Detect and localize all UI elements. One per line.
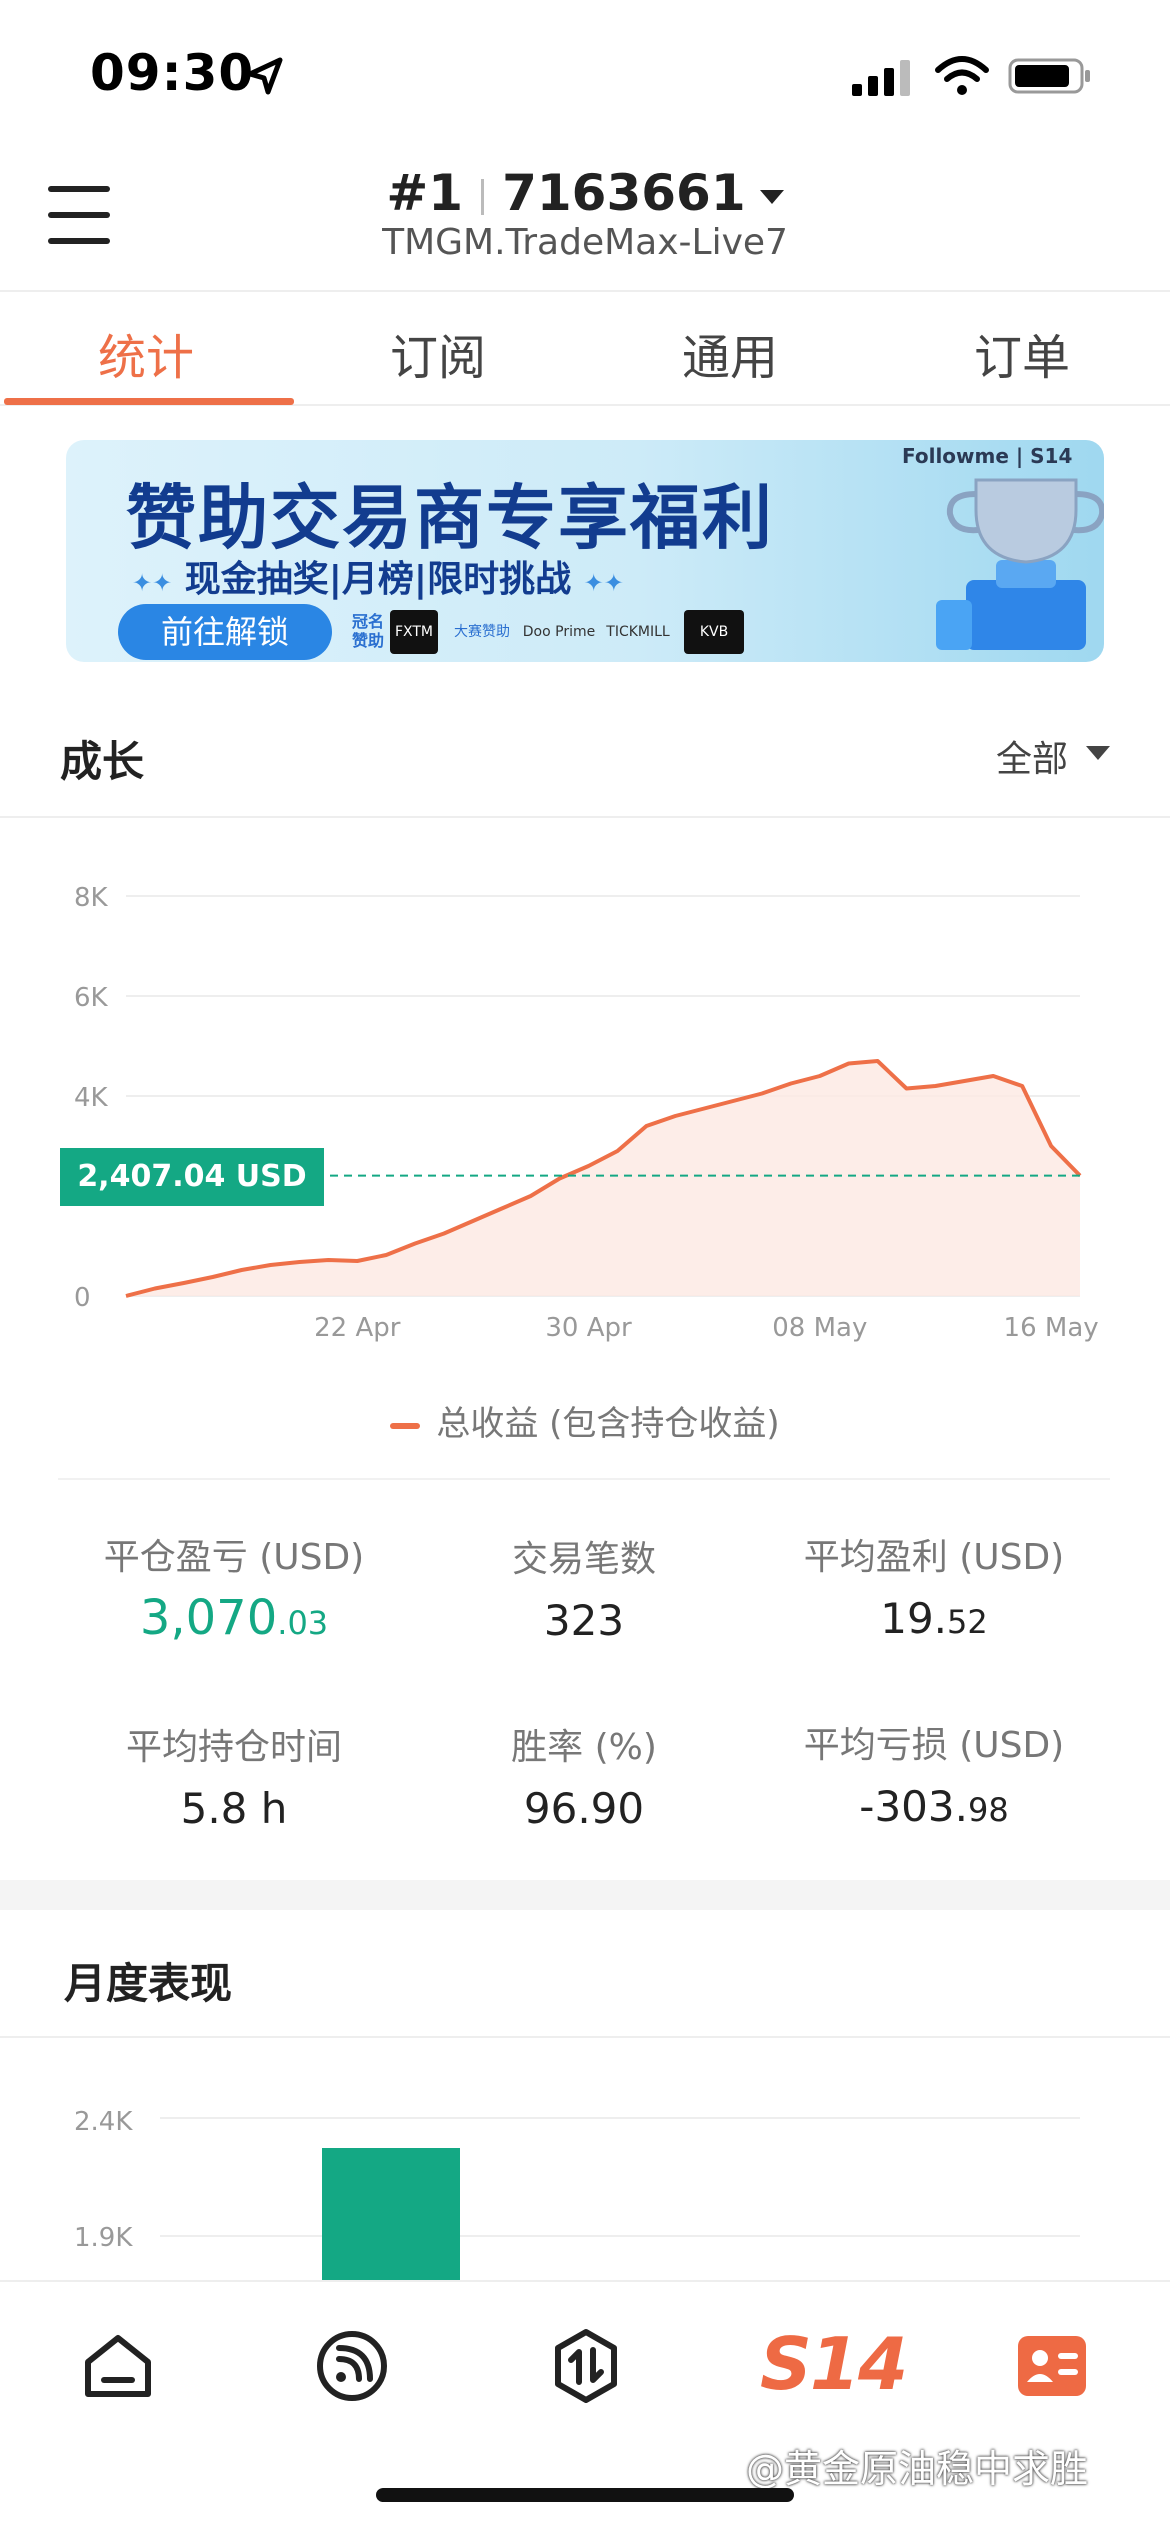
- stat-label-avg-hold-time: 平均持仓时间: [125, 1727, 342, 1768]
- growth-title: 成长: [60, 737, 145, 786]
- stat-value-win-rate: 96.90: [523, 1784, 645, 1833]
- y-tick-label: 4K: [74, 1083, 109, 1113]
- monthly-y-tick: 1.9K: [74, 2223, 133, 2253]
- growth-filter-dropdown[interactable]: 全部: [996, 730, 1068, 782]
- tab-statistics[interactable]: 统计: [0, 318, 292, 388]
- banner-subtitle: ✦✦ 现金抽奖|月榜|限时挑战 ✦✦: [132, 559, 624, 600]
- x-tick-label: 30 Apr: [545, 1313, 632, 1343]
- y-tick-label: 8K: [74, 883, 109, 913]
- trophy-icon: [936, 478, 1104, 650]
- promo-banner[interactable]: Followme | S14 赞助交易商专享福利 ✦✦ 现金抽奖|月榜|限时挑战…: [66, 440, 1104, 662]
- section-divider: [0, 1880, 1170, 1910]
- account-id: 7163661: [502, 164, 746, 222]
- tab-general[interactable]: 通用: [584, 318, 876, 388]
- legend-swatch: [390, 1422, 421, 1429]
- stat-value-avg-loss: -303.98: [859, 1782, 1009, 1831]
- stat-label-win-rate: 胜率 (%): [511, 1727, 657, 1768]
- current-value-badge: 2,407.04 USD: [60, 1148, 324, 1206]
- x-tick-label: 08 May: [772, 1313, 867, 1343]
- home-indicator: [376, 2488, 794, 2502]
- cellular-signal-icon: [852, 60, 910, 96]
- status-time: 09:30: [90, 44, 255, 102]
- monthly-y-tick: 2.4K: [74, 2107, 133, 2137]
- divider: [0, 2036, 1170, 2038]
- profile-card-icon[interactable]: [1012, 2326, 1092, 2406]
- sponsor-logo: FXTM: [390, 610, 438, 654]
- divider: [0, 816, 1170, 818]
- banner-title: 赞助交易商专享福利: [126, 477, 774, 559]
- growth-chart: 0 4K 6K 8K 22 Apr 30 Apr 08 May 16 May: [74, 883, 1099, 1343]
- chart-legend[interactable]: 总收益 (包含持仓收益): [0, 1396, 1170, 1445]
- sponsor-label: 大赛赞助: [454, 624, 510, 640]
- stat-label-closed-pnl: 平仓盈亏 (USD): [103, 1537, 365, 1578]
- x-tick-label: 22 Apr: [314, 1313, 401, 1343]
- watermark-text: @黄金原油稳中求胜: [746, 2447, 1089, 2491]
- sponsor-label: 冠名 赞助: [352, 612, 385, 650]
- stat-label-avg-loss: 平均亏损 (USD): [803, 1725, 1065, 1766]
- active-tab-indicator: [4, 398, 294, 405]
- unlock-button[interactable]: 前往解锁: [118, 604, 332, 660]
- home-icon[interactable]: [78, 2326, 158, 2406]
- stat-value-closed-pnl: 3,070.03: [139, 1590, 329, 1646]
- trade-icon[interactable]: [546, 2326, 626, 2406]
- caret-down-icon: [759, 189, 784, 204]
- banner-brand: Followme | S14: [902, 444, 1073, 468]
- x-tick-label: 16 May: [1004, 1313, 1099, 1343]
- legend-label: 总收益 (包含持仓收益): [436, 1404, 780, 1444]
- sponsor-logo: TICKMILL: [606, 624, 670, 640]
- wifi-icon: [935, 56, 989, 95]
- monthly-title: 月度表现: [64, 1959, 233, 2008]
- account-rank: #1: [386, 164, 464, 222]
- tab-orders[interactable]: 订单: [876, 318, 1168, 388]
- y-tick-label: 6K: [74, 983, 109, 1013]
- sponsor-logo: Doo Prime: [522, 624, 596, 640]
- y-tick-label: 0: [74, 1283, 91, 1313]
- location-arrow-icon: [247, 57, 283, 95]
- feed-icon[interactable]: [312, 2326, 392, 2406]
- stat-label-avg-profit: 平均盈利 (USD): [803, 1537, 1065, 1578]
- monthly-chart: 2.4K 1.9K: [74, 2107, 1080, 2280]
- stat-value-trade-count: 323: [543, 1596, 625, 1645]
- divider: [0, 290, 1170, 292]
- battery-icon: [1008, 58, 1090, 94]
- account-selector[interactable]: #1 7163661: [0, 164, 1170, 222]
- caret-down-icon[interactable]: [1086, 746, 1110, 760]
- stat-value-avg-profit: 19.52: [880, 1594, 988, 1643]
- stat-label-trade-count: 交易笔数: [511, 1539, 656, 1580]
- server-name: TMGM.TradeMax-Live7: [382, 222, 788, 263]
- sponsor-logo: KVB: [684, 610, 744, 654]
- divider: [58, 1478, 1110, 1480]
- tab-subscribe[interactable]: 订阅: [292, 318, 584, 388]
- monthly-bar: [322, 2148, 460, 2280]
- stat-value-avg-hold-time: 5.8 h: [180, 1784, 288, 1833]
- s14-icon[interactable]: S14: [760, 2322, 908, 2406]
